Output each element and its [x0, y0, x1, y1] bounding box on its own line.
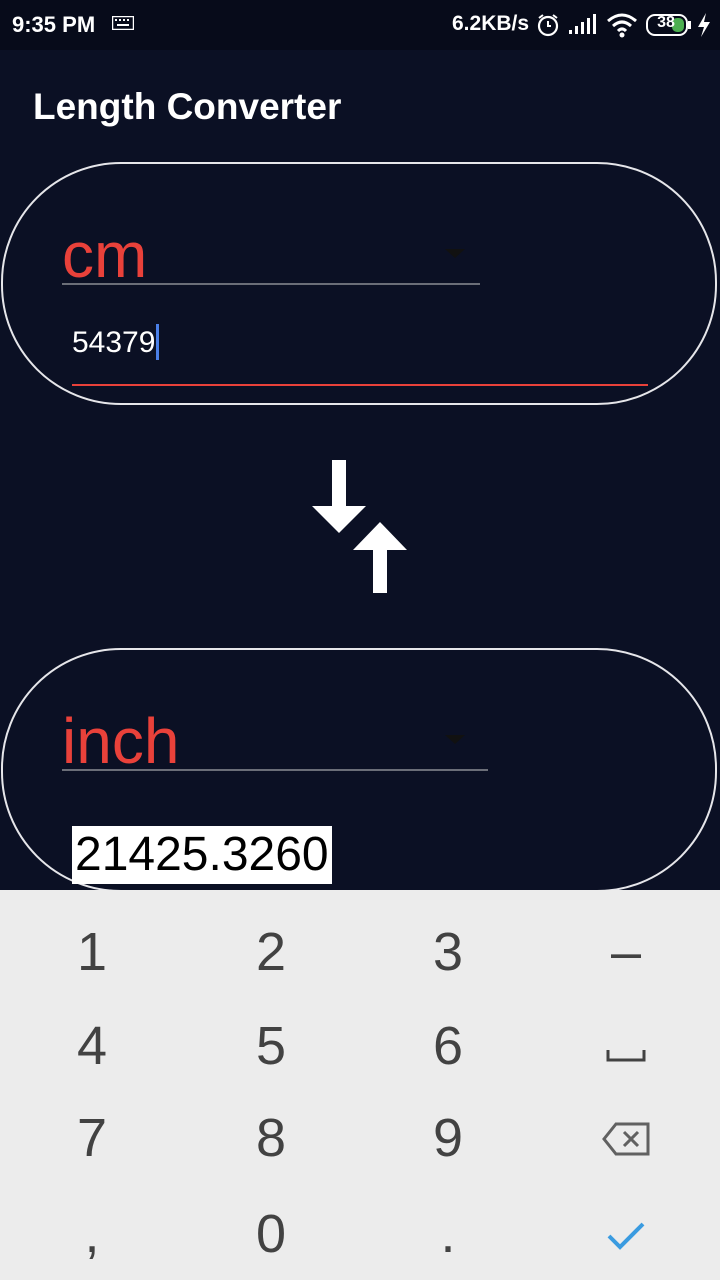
key-8[interactable]: 8: [181, 1092, 361, 1184]
from-unit-value: cm: [62, 219, 148, 291]
key-done[interactable]: [536, 1188, 716, 1280]
chevron-down-icon: [445, 735, 465, 744]
key-backspace[interactable]: [536, 1092, 716, 1184]
network-speed: 6.2KB/s: [452, 12, 530, 35]
key-0[interactable]: 0: [181, 1188, 361, 1280]
key-1[interactable]: 1: [2, 906, 182, 998]
wifi-icon: [607, 13, 637, 38]
to-unit-spinner[interactable]: inch: [62, 705, 488, 777]
space-icon: [606, 1050, 646, 1062]
key-dot[interactable]: .: [358, 1188, 538, 1280]
key-3[interactable]: 3: [358, 906, 538, 998]
app-title: Length Converter: [33, 86, 342, 127]
status-time: 9:35 PM: [12, 12, 96, 37]
checkmark-icon: [607, 1222, 645, 1250]
key-9[interactable]: 9: [358, 1092, 538, 1184]
numeric-keyboard: 1 2 3 – 4 5 6 7 8 9 , 0 .: [0, 890, 720, 1280]
key-7[interactable]: 7: [2, 1092, 182, 1184]
keyboard-icon: [112, 16, 134, 30]
alarm-icon: [537, 14, 559, 37]
swap-arrows-icon[interactable]: [310, 458, 410, 598]
to-unit-value: inch: [62, 705, 180, 777]
from-unit-spinner[interactable]: cm: [62, 219, 480, 291]
text-cursor: [156, 324, 159, 360]
battery-level: 38: [657, 14, 675, 31]
key-6[interactable]: 6: [358, 1000, 538, 1092]
key-space[interactable]: [536, 1000, 716, 1092]
key-minus[interactable]: –: [536, 906, 716, 998]
key-5[interactable]: 5: [181, 1000, 361, 1092]
from-value-text: 54379: [72, 326, 156, 359]
key-2[interactable]: 2: [181, 906, 361, 998]
key-comma[interactable]: ,: [2, 1188, 182, 1280]
backspace-icon: [602, 1122, 650, 1156]
charging-icon: [698, 13, 710, 37]
key-4[interactable]: 4: [2, 1000, 182, 1092]
chevron-down-icon: [445, 249, 465, 258]
result-value: 21425.3260: [72, 826, 332, 884]
status-bar: 9:35 PM 6.2KB/s 38: [0, 0, 720, 50]
signal-icon: [569, 14, 596, 34]
from-value-input[interactable]: 54379: [72, 322, 648, 386]
